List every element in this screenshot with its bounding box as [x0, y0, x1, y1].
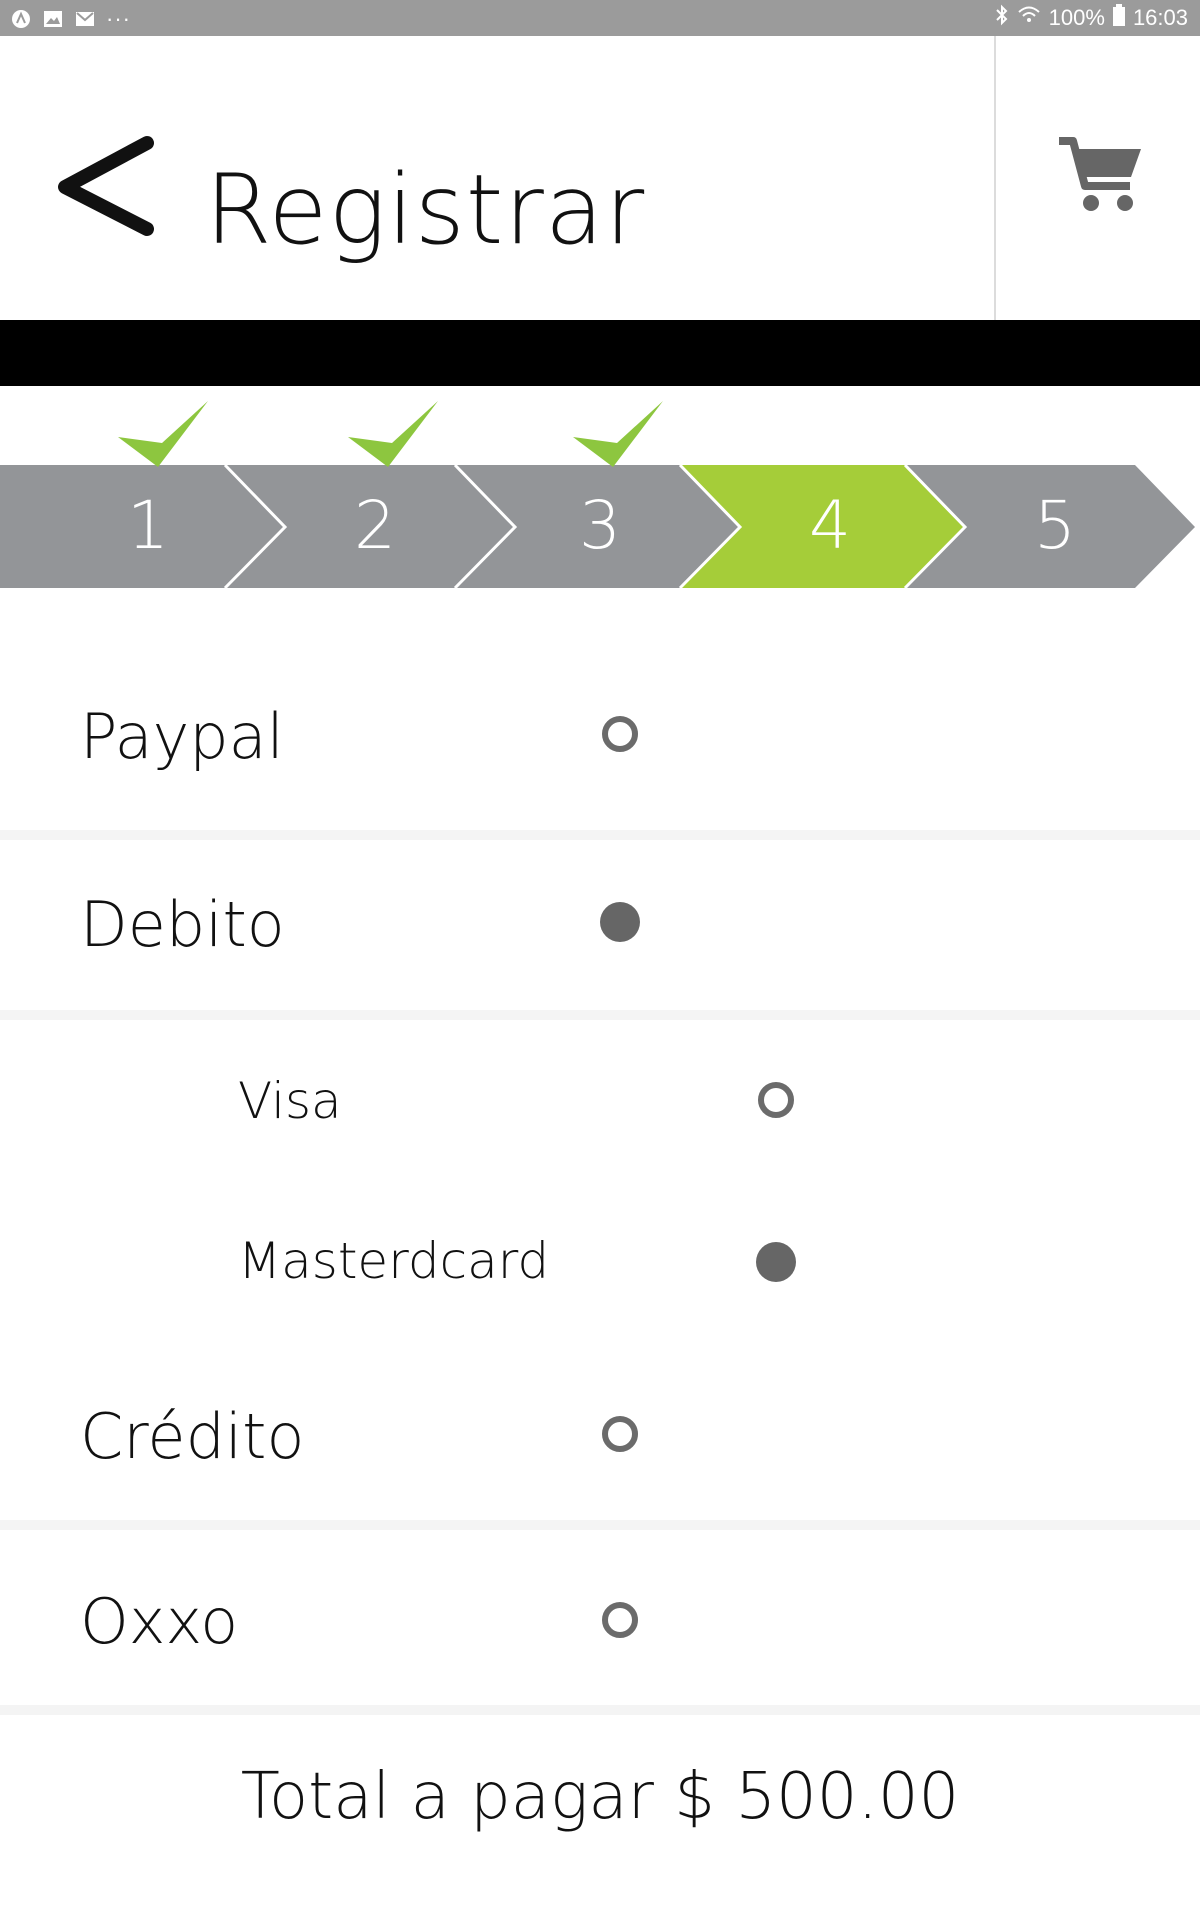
step-3-check-icon	[573, 401, 663, 467]
option-label: Paypal	[80, 700, 284, 773]
option-oxxo[interactable]: Oxxo	[0, 1530, 1200, 1705]
option-credito[interactable]: Crédito	[0, 1340, 1200, 1520]
chevron-left-icon	[58, 136, 154, 236]
row-divider	[0, 1705, 1200, 1715]
sub-option-label: Visa	[238, 1072, 342, 1130]
step-4-label[interactable]: 4	[790, 487, 870, 564]
gmail-icon	[74, 8, 96, 30]
radio-paypal[interactable]	[602, 716, 638, 752]
cart-button[interactable]	[1055, 131, 1155, 231]
status-bar: ··· 100% 16:03	[0, 0, 1200, 36]
step-2-check-icon	[348, 401, 438, 467]
clock: 16:03	[1132, 5, 1188, 30]
option-label: Crédito	[80, 1400, 305, 1473]
option-label: Debito	[80, 888, 285, 961]
header-black-bar	[0, 320, 1200, 386]
header-divider	[994, 36, 996, 320]
radio-visa[interactable]	[758, 1082, 794, 1118]
back-button[interactable]	[55, 131, 165, 251]
more-dots-icon: ···	[106, 6, 131, 31]
radio-credito[interactable]	[602, 1416, 638, 1452]
wifi-icon	[1017, 5, 1041, 31]
radio-mastercard[interactable]	[756, 1242, 796, 1282]
step-1-label[interactable]: 1	[108, 487, 188, 564]
battery-icon	[1112, 4, 1125, 32]
app-header: Registrar	[0, 36, 1200, 320]
bluetooth-icon	[995, 4, 1009, 32]
radio-oxxo[interactable]	[602, 1602, 638, 1638]
row-divider	[0, 1520, 1200, 1530]
sub-option-mastercard[interactable]: Masterdcard	[0, 1180, 1200, 1340]
step-3-label[interactable]: 3	[560, 487, 640, 564]
progress-stepper: 1 2 3 4 5	[0, 395, 1200, 590]
sub-option-visa[interactable]: Visa	[0, 1020, 1200, 1180]
gallery-icon	[42, 8, 64, 30]
total-amount: Total a pagar $ 500.00	[240, 1760, 960, 1834]
sub-option-label: Masterdcard	[238, 1232, 550, 1290]
battery-percent: 100%	[1048, 5, 1105, 30]
page-title: Registrar	[205, 154, 646, 266]
step-2-label[interactable]: 2	[335, 487, 415, 564]
row-divider	[0, 1010, 1200, 1020]
option-label: Oxxo	[80, 1585, 239, 1658]
option-paypal[interactable]: Paypal	[0, 660, 1200, 830]
step-5-label[interactable]: 5	[1015, 487, 1095, 564]
radio-debito[interactable]	[600, 902, 640, 942]
row-divider	[0, 830, 1200, 840]
step-1-check-icon	[118, 401, 208, 467]
cart-icon	[1059, 137, 1141, 211]
option-debito[interactable]: Debito	[0, 840, 1200, 1010]
app-icon	[10, 8, 32, 30]
